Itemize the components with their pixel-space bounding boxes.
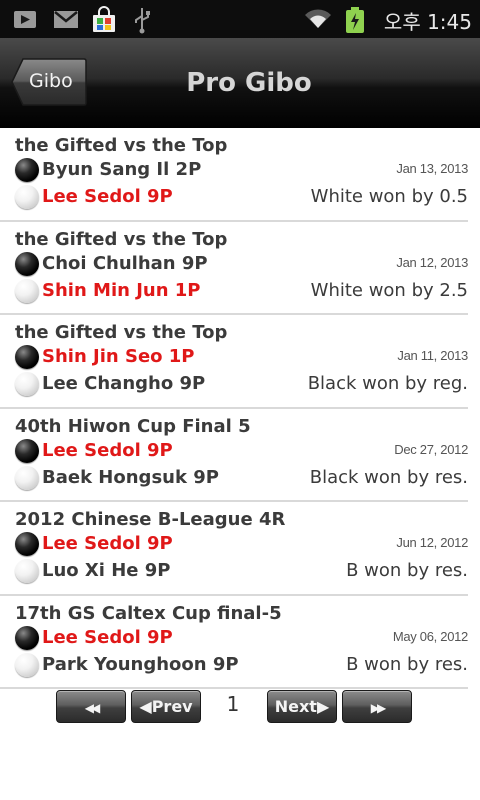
black-player: Choi Chulhan 9P <box>42 252 208 274</box>
game-title: 40th Hiwon Cup Final 5 <box>15 415 251 437</box>
game-title: 2012 Chinese B-League 4R <box>15 509 286 530</box>
next-page-button[interactable]: Next▶ <box>267 690 337 723</box>
market-bag-icon <box>90 6 118 38</box>
prev-page-button[interactable]: ◀Prev <box>131 690 201 723</box>
page-number: 1 <box>226 692 240 716</box>
game-date: Jun 12, 2012 <box>396 535 468 550</box>
white-stone-icon <box>15 185 39 209</box>
black-player: Shin Jin Seo 1P <box>42 346 195 367</box>
game-result: White won by 0.5 <box>310 186 468 207</box>
game-result: Black won by reg. <box>307 373 468 394</box>
black-player: Lee Sedol 9P <box>42 439 173 461</box>
black-stone-icon <box>15 251 39 276</box>
rewind-icon: ◀◀ <box>84 701 101 715</box>
game-result: B won by res. <box>346 653 468 675</box>
game-title: the Gifted vs the Top <box>15 228 228 250</box>
game-date: Dec 27, 2012 <box>394 441 468 457</box>
game-result: B won by res. <box>346 560 468 581</box>
battery-charging-icon <box>344 6 366 38</box>
game-result: Black won by res. <box>309 466 468 488</box>
black-player: Byun Sang Il 2P <box>42 159 202 180</box>
white-player: Baek Hongsuk 9P <box>42 466 219 488</box>
game-row[interactable]: the Gifted vs the Top Choi Chulhan 9P Ja… <box>0 222 468 315</box>
black-stone-icon <box>15 438 39 463</box>
white-player: Lee Changho 9P <box>42 373 206 394</box>
game-list: the Gifted vs the Top Byun Sang Il 2P Ja… <box>0 128 480 689</box>
game-row[interactable]: 40th Hiwon Cup Final 5 Lee Sedol 9P Dec … <box>0 409 468 502</box>
pagination: ◀◀ ◀Prev 1 Next▶ ▶▶ <box>0 690 480 726</box>
fast-forward-icon: ▶▶ <box>370 701 387 715</box>
black-stone-icon <box>15 532 39 556</box>
page-title: Pro Gibo <box>186 68 312 98</box>
white-stone-icon <box>15 278 39 303</box>
play-store-icon <box>12 6 38 36</box>
black-stone-icon <box>15 625 39 650</box>
title-bar: Gibo Pro Gibo <box>0 38 480 128</box>
first-page-button[interactable]: ◀◀ <box>56 690 126 723</box>
gmail-icon <box>52 6 80 36</box>
black-stone-icon <box>15 345 39 369</box>
game-title: the Gifted vs the Top <box>15 135 228 156</box>
black-player: Lee Sedol 9P <box>42 533 173 554</box>
last-page-button[interactable]: ▶▶ <box>342 690 412 723</box>
black-stone-icon <box>15 158 39 182</box>
game-title: the Gifted vs the Top <box>15 322 228 343</box>
white-stone-icon <box>15 372 39 396</box>
wifi-icon <box>303 6 333 36</box>
white-player: Park Younghoon 9P <box>42 653 239 675</box>
next-label: Next▶ <box>274 697 330 716</box>
game-row[interactable]: 2012 Chinese B-League 4R Lee Sedol 9P Ju… <box>0 502 468 596</box>
usb-icon <box>132 6 152 38</box>
game-row[interactable]: 17th GS Caltex Cup final-5 Lee Sedol 9P … <box>0 596 468 689</box>
game-date: May 06, 2012 <box>392 628 468 644</box>
game-row[interactable]: the Gifted vs the Top Shin Jin Seo 1P Ja… <box>0 315 468 409</box>
status-time: 오후 1:45 <box>383 10 472 34</box>
status-bar: 오후 1:45 <box>0 0 480 38</box>
game-result: White won by 2.5 <box>310 279 468 301</box>
white-stone-icon <box>15 559 39 583</box>
white-stone-icon <box>15 465 39 490</box>
game-title: 17th GS Caltex Cup final-5 <box>15 602 282 624</box>
white-player: Luo Xi He 9P <box>42 560 171 581</box>
game-date: Jan 12, 2013 <box>396 254 468 270</box>
prev-label: ◀Prev <box>139 697 193 716</box>
game-date: Jan 11, 2013 <box>397 348 468 363</box>
white-player: Shin Min Jun 1P <box>42 279 201 301</box>
white-stone-icon <box>15 652 39 677</box>
game-date: Jan 13, 2013 <box>396 161 468 176</box>
black-player: Lee Sedol 9P <box>42 626 173 648</box>
white-player: Lee Sedol 9P <box>42 186 173 207</box>
game-row[interactable]: the Gifted vs the Top Byun Sang Il 2P Ja… <box>0 128 468 222</box>
